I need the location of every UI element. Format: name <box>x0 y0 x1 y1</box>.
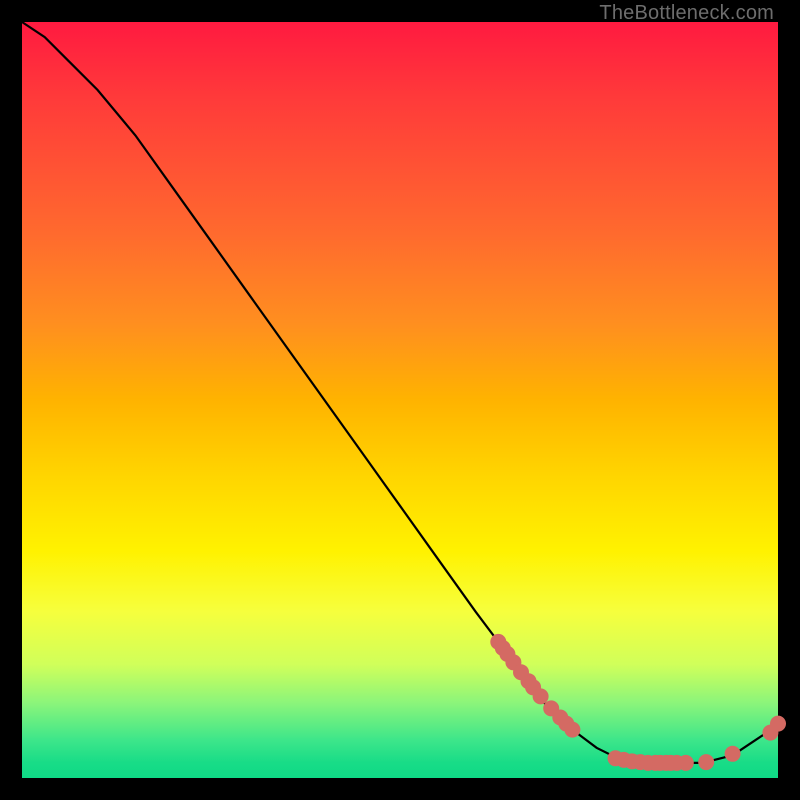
watermark-text: TheBottleneck.com <box>599 2 774 25</box>
scatter-upper-cluster <box>490 634 580 738</box>
data-point <box>678 755 694 771</box>
data-point <box>770 716 786 732</box>
chart-frame: TheBottleneck.com <box>0 0 800 800</box>
scatter-right-end <box>762 716 786 741</box>
data-point <box>564 722 580 738</box>
data-point <box>698 754 714 770</box>
chart-svg <box>22 22 778 778</box>
bottleneck-curve <box>22 22 778 763</box>
data-point <box>725 746 741 762</box>
data-point <box>533 688 549 704</box>
